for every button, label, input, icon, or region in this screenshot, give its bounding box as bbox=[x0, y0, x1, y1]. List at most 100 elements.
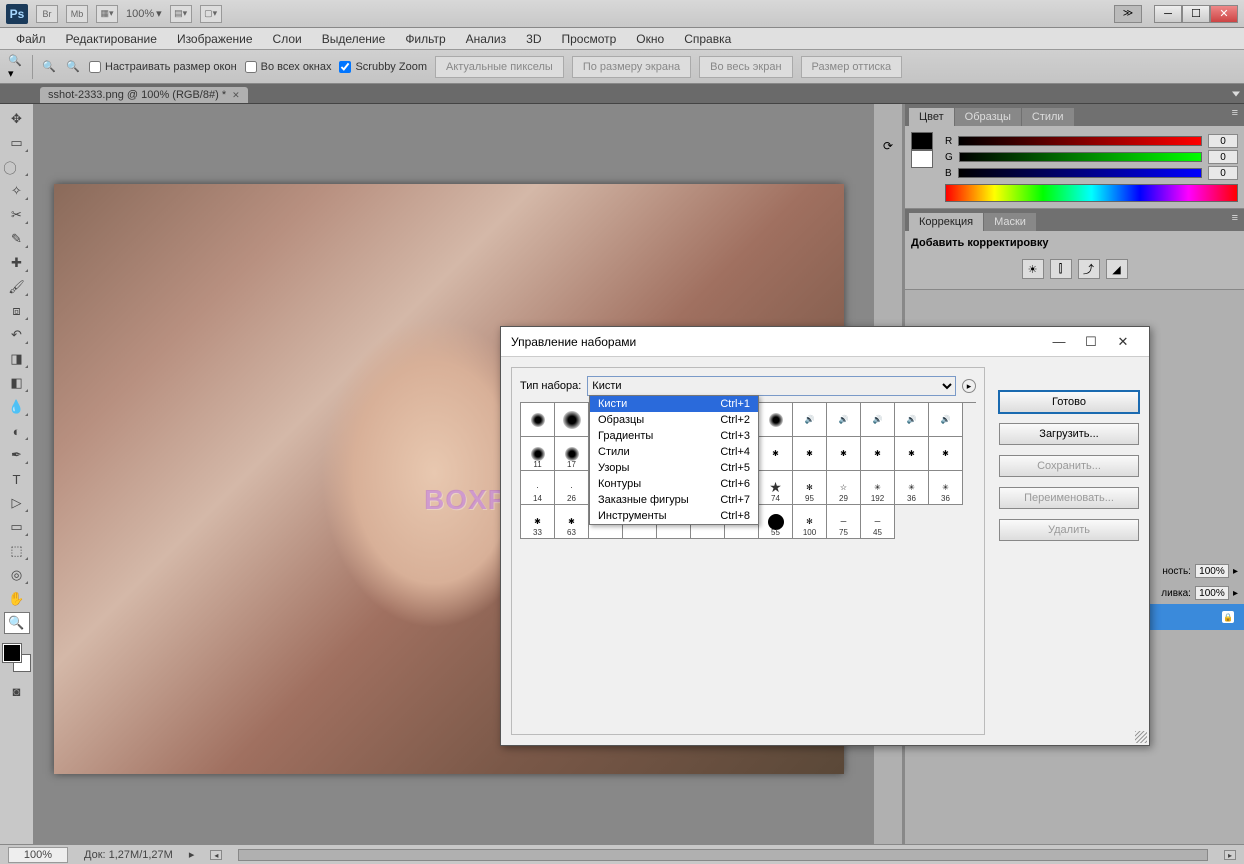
brightness-icon[interactable]: ☀ bbox=[1022, 259, 1044, 279]
dodge-tool[interactable]: ◐ bbox=[4, 420, 30, 442]
history-icon[interactable]: ⟳ bbox=[878, 136, 898, 156]
quickmask-button[interactable]: ◙ bbox=[4, 680, 30, 702]
brush-preset[interactable]: ─75 bbox=[827, 505, 861, 539]
brush-preset[interactable]: ✱ bbox=[759, 437, 793, 471]
screenmode-button[interactable]: ▢▾ bbox=[200, 5, 222, 23]
pen-tool[interactable]: ✒ bbox=[4, 444, 30, 466]
b-value[interactable]: 0 bbox=[1208, 166, 1238, 180]
eyedropper-tool[interactable]: ✎ bbox=[4, 228, 30, 250]
brush-preset[interactable]: ✱33 bbox=[521, 505, 555, 539]
menu-layers[interactable]: Слои bbox=[263, 30, 312, 48]
brush-preset[interactable]: 🔊 bbox=[929, 403, 963, 437]
document-tab[interactable]: sshot-2333.png @ 100% (RGB/8#) * ✕ bbox=[40, 87, 248, 103]
3d-camera-tool[interactable]: ◎ bbox=[4, 564, 30, 586]
tool-preset-icon[interactable]: 🔍▾ bbox=[8, 59, 24, 75]
brush-preset[interactable]: 🔊 bbox=[895, 403, 929, 437]
r-value[interactable]: 0 bbox=[1208, 134, 1238, 148]
menu-help[interactable]: Справка bbox=[674, 30, 741, 48]
zoom-tool[interactable]: 🔍 bbox=[4, 612, 30, 634]
menu-3d[interactable]: 3D bbox=[516, 30, 551, 48]
marquee-tool[interactable]: ▭ bbox=[4, 132, 30, 154]
view-extras-button[interactable]: ▦▾ bbox=[96, 5, 118, 23]
print-size-button[interactable]: Размер оттиска bbox=[801, 56, 903, 78]
brush-preset[interactable]: ✱ bbox=[929, 437, 963, 471]
exposure-icon[interactable]: ◢ bbox=[1106, 259, 1128, 279]
3d-tool[interactable]: ⬚ bbox=[4, 540, 30, 562]
dialog-titlebar[interactable]: Управление наборами — ☐ ✕ bbox=[501, 327, 1149, 357]
save-button[interactable]: Сохранить... bbox=[999, 455, 1139, 477]
gradient-tool[interactable]: ◧ bbox=[4, 372, 30, 394]
brush-preset[interactable]: ✻100 bbox=[793, 505, 827, 539]
brush-preset[interactable]: ✳36 bbox=[929, 471, 963, 505]
g-value[interactable]: 0 bbox=[1208, 150, 1238, 164]
history-brush-tool[interactable]: ↶ bbox=[4, 324, 30, 346]
fit-screen-button[interactable]: По размеру экрана bbox=[572, 56, 691, 78]
dropdown-item[interactable]: ГрадиентыCtrl+3 bbox=[590, 428, 758, 444]
status-menu-icon[interactable]: ▸ bbox=[189, 848, 195, 861]
minibridge-button[interactable]: Mb bbox=[66, 5, 88, 23]
eraser-tool[interactable]: ◨ bbox=[4, 348, 30, 370]
dialog-minimize-icon[interactable]: — bbox=[1043, 330, 1075, 354]
scrubby-zoom-checkbox[interactable]: Scrubby Zoom bbox=[339, 61, 427, 73]
zoom-level[interactable]: 100% ▾ bbox=[126, 7, 162, 20]
brush-preset[interactable] bbox=[521, 403, 555, 437]
load-button[interactable]: Загрузить... bbox=[999, 423, 1139, 445]
zoom-in-icon[interactable]: 🔍 bbox=[41, 59, 57, 75]
all-windows-checkbox[interactable]: Во всех окнах bbox=[245, 61, 332, 73]
foreground-color[interactable] bbox=[3, 644, 21, 662]
move-tool[interactable]: ✥ bbox=[4, 108, 30, 130]
delete-button[interactable]: Удалить bbox=[999, 519, 1139, 541]
brush-preset[interactable]: 17 bbox=[555, 437, 589, 471]
brush-tool[interactable]: 🖌 bbox=[4, 276, 30, 298]
menu-window[interactable]: Окно bbox=[626, 30, 674, 48]
dropdown-item[interactable]: УзорыCtrl+5 bbox=[590, 460, 758, 476]
levels-icon[interactable]: ⫿ bbox=[1050, 259, 1072, 279]
tab-swatches[interactable]: Образцы bbox=[955, 108, 1021, 126]
preset-type-select[interactable]: Кисти bbox=[587, 376, 956, 396]
expand-panels-button[interactable]: ≫ bbox=[1114, 5, 1142, 23]
maximize-button[interactable]: ☐ bbox=[1182, 5, 1210, 23]
brush-preset[interactable] bbox=[759, 403, 793, 437]
brush-preset[interactable]: 🔊 bbox=[793, 403, 827, 437]
tab-styles[interactable]: Стили bbox=[1022, 108, 1074, 126]
hand-tool[interactable]: ✋ bbox=[4, 588, 30, 610]
resize-grip-icon[interactable] bbox=[1135, 731, 1147, 743]
dialog-close-icon[interactable]: ✕ bbox=[1107, 330, 1139, 354]
shape-tool[interactable]: ▭ bbox=[4, 516, 30, 538]
r-slider[interactable] bbox=[958, 136, 1202, 146]
brush-preset[interactable]: ·26 bbox=[555, 471, 589, 505]
menu-edit[interactable]: Редактирование bbox=[56, 30, 167, 48]
path-tool[interactable]: ▷ bbox=[4, 492, 30, 514]
fill-value[interactable]: 100% bbox=[1195, 586, 1229, 600]
scroll-right-icon[interactable]: ▸ bbox=[1224, 850, 1236, 860]
panel-bg-color[interactable] bbox=[911, 150, 933, 168]
brush-preset[interactable]: 11 bbox=[521, 437, 555, 471]
healing-tool[interactable]: ✚ bbox=[4, 252, 30, 274]
brush-preset[interactable]: 🔊 bbox=[827, 403, 861, 437]
stamp-tool[interactable]: ⧈ bbox=[4, 300, 30, 322]
brush-preset[interactable]: 🔊 bbox=[861, 403, 895, 437]
scroll-left-icon[interactable]: ◂ bbox=[210, 850, 222, 860]
crop-tool[interactable]: ✂ bbox=[4, 204, 30, 226]
type-tool[interactable]: T bbox=[4, 468, 30, 490]
dropdown-item[interactable]: КонтурыCtrl+6 bbox=[590, 476, 758, 492]
dropdown-item[interactable]: Заказные фигурыCtrl+7 bbox=[590, 492, 758, 508]
brush-preset[interactable]: 74 bbox=[759, 471, 793, 505]
brush-preset[interactable]: ─45 bbox=[861, 505, 895, 539]
blur-tool[interactable]: 💧 bbox=[4, 396, 30, 418]
brush-preset[interactable]: ·14 bbox=[521, 471, 555, 505]
close-tab-icon[interactable]: ✕ bbox=[232, 90, 240, 101]
menu-analysis[interactable]: Анализ bbox=[456, 30, 517, 48]
zoom-out-icon[interactable]: 🔍 bbox=[65, 59, 81, 75]
g-slider[interactable] bbox=[959, 152, 1202, 162]
panel-fg-color[interactable] bbox=[911, 132, 933, 150]
rename-button[interactable]: Переименовать... bbox=[999, 487, 1139, 509]
flyout-menu-icon[interactable]: ▸ bbox=[962, 379, 976, 393]
wand-tool[interactable]: ✧ bbox=[4, 180, 30, 202]
brush-preset[interactable]: ✱ bbox=[895, 437, 929, 471]
brush-preset[interactable] bbox=[555, 403, 589, 437]
spectrum-ramp[interactable] bbox=[945, 184, 1238, 202]
zoom-field[interactable]: 100% bbox=[8, 847, 68, 863]
dropdown-item[interactable]: ИнструментыCtrl+8 bbox=[590, 508, 758, 524]
brush-preset[interactable]: ✻95 bbox=[793, 471, 827, 505]
